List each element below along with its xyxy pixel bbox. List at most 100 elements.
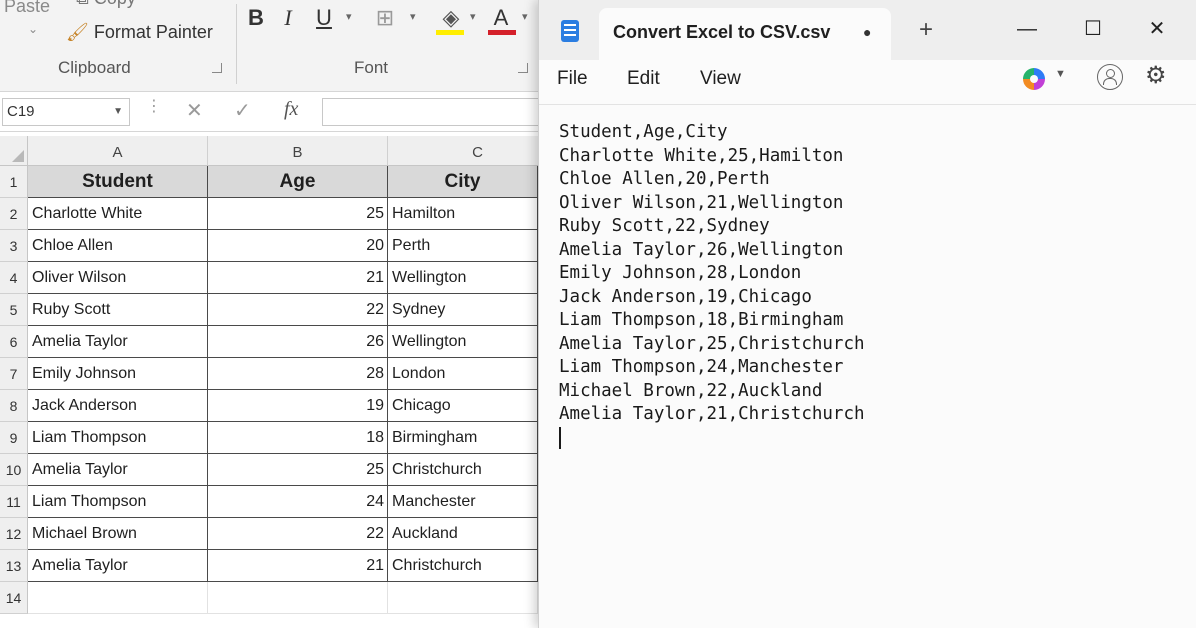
cell-city[interactable]: Christchurch (388, 454, 538, 486)
cell-student[interactable]: Ruby Scott (28, 294, 208, 326)
cell-city[interactable]: Auckland (388, 518, 538, 550)
paste-button[interactable]: Paste (4, 0, 50, 17)
paste-dropdown-icon[interactable]: ⌄ (28, 22, 38, 36)
cell-student[interactable]: Jack Anderson (28, 390, 208, 422)
font-dialog-launcher-icon[interactable] (518, 63, 528, 73)
row-header[interactable]: 3 (0, 230, 28, 262)
cell-student[interactable]: Michael Brown (28, 518, 208, 550)
row-header[interactable]: 11 (0, 486, 28, 518)
menu-view[interactable]: View (700, 68, 741, 90)
menu-edit[interactable]: Edit (627, 68, 660, 90)
row-header[interactable]: 9 (0, 422, 28, 454)
select-all-button[interactable] (0, 136, 28, 166)
row-header[interactable]: 5 (0, 294, 28, 326)
settings-gear-icon[interactable]: ⚙ (1145, 61, 1167, 90)
text-line: Amelia Taylor,26,Wellington (559, 239, 844, 260)
fill-color-dropdown-icon[interactable]: ▾ (470, 10, 476, 23)
cell-age[interactable]: 18 (208, 422, 388, 454)
cell-age[interactable]: 26 (208, 326, 388, 358)
borders-icon[interactable]: ⊞ (370, 2, 400, 34)
row-header[interactable]: 1 (0, 166, 28, 198)
cell-age[interactable]: 22 (208, 518, 388, 550)
tab-convert-excel-to-csv[interactable]: Convert Excel to CSV.csv ● (599, 8, 891, 60)
enter-check-icon[interactable]: ✓ (234, 98, 251, 123)
cell-student[interactable]: Amelia Taylor (28, 326, 208, 358)
cell-student[interactable]: Charlotte White (28, 198, 208, 230)
text-line: Chloe Allen,20,Perth (559, 169, 770, 189)
copilot-dropdown-icon[interactable]: ▼ (1055, 68, 1066, 80)
row-header[interactable]: 13 (0, 550, 28, 582)
borders-dropdown-icon[interactable]: ▾ (410, 10, 416, 23)
row-header[interactable]: 4 (0, 262, 28, 294)
font-color-dropdown-icon[interactable]: ▾ (522, 10, 528, 23)
cell-city[interactable]: Birmingham (388, 422, 538, 454)
row-header[interactable]: 14 (0, 582, 28, 614)
row-header[interactable]: 12 (0, 518, 28, 550)
cell-age[interactable]: 20 (208, 230, 388, 262)
cell-age[interactable]: 25 (208, 454, 388, 486)
chevron-down-icon[interactable]: ▼ (113, 99, 123, 125)
row-header[interactable]: 7 (0, 358, 28, 390)
unsaved-dot-icon[interactable]: ● (863, 24, 871, 40)
new-tab-plus-icon[interactable]: + (919, 16, 933, 44)
cell-city[interactable]: Perth (388, 230, 538, 262)
cell-city[interactable]: Sydney (388, 294, 538, 326)
cell-age[interactable]: 21 (208, 550, 388, 582)
cell-age[interactable]: 28 (208, 358, 388, 390)
cell-city[interactable]: Hamilton (388, 198, 538, 230)
header-cell-city[interactable]: City (388, 166, 538, 198)
cell-city[interactable]: Manchester (388, 486, 538, 518)
row-header[interactable]: 10 (0, 454, 28, 486)
cell-age[interactable]: 22 (208, 294, 388, 326)
cell-age[interactable]: 25 (208, 198, 388, 230)
cell-city[interactable]: London (388, 358, 538, 390)
cancel-icon[interactable]: ✕ (186, 98, 203, 123)
copilot-icon[interactable] (1023, 68, 1045, 90)
column-header-b[interactable]: B (208, 136, 388, 166)
cell-city[interactable]: Wellington (388, 326, 538, 358)
clipboard-dialog-launcher-icon[interactable] (212, 63, 222, 73)
maximize-icon[interactable]: ☐ (1073, 12, 1113, 46)
column-header-a[interactable]: A (28, 136, 208, 166)
copy-button[interactable]: ⧉ Copy (76, 0, 136, 9)
underline-button[interactable]: U (312, 2, 336, 34)
menu-file[interactable]: File (557, 68, 588, 90)
italic-button[interactable]: I (278, 2, 298, 34)
copy-icon: ⧉ (76, 0, 94, 8)
bold-button[interactable]: B (244, 2, 268, 34)
row-header[interactable]: 8 (0, 390, 28, 422)
empty-cell[interactable] (388, 582, 538, 614)
minimize-icon[interactable]: — (1007, 12, 1047, 46)
empty-cell[interactable] (208, 582, 388, 614)
cell-student[interactable]: Emily Johnson (28, 358, 208, 390)
cell-age[interactable]: 21 (208, 262, 388, 294)
cell-student[interactable]: Liam Thompson (28, 486, 208, 518)
row-header[interactable]: 2 (0, 198, 28, 230)
empty-cell[interactable] (28, 582, 208, 614)
font-group-label: Font (354, 58, 389, 77)
name-box[interactable]: C19 ▼ (2, 98, 130, 126)
ribbon-divider (236, 4, 237, 84)
text-line: Student,Age,City (559, 122, 728, 142)
cell-student[interactable]: Liam Thompson (28, 422, 208, 454)
cell-student[interactable]: Amelia Taylor (28, 454, 208, 486)
cell-city[interactable]: Chicago (388, 390, 538, 422)
underline-dropdown-icon[interactable]: ▾ (346, 10, 352, 23)
cell-student[interactable]: Amelia Taylor (28, 550, 208, 582)
cell-city[interactable]: Christchurch (388, 550, 538, 582)
notepad-editor[interactable]: Student,Age,City Charlotte White,25,Hamil… (539, 104, 1196, 628)
row-header[interactable]: 6 (0, 326, 28, 358)
account-icon[interactable] (1097, 64, 1123, 90)
cell-student[interactable]: Chloe Allen (28, 230, 208, 262)
clipboard-group-label: Clipboard (58, 58, 131, 77)
header-cell-student[interactable]: Student (28, 166, 208, 198)
format-painter-button[interactable]: 🖌 Format Painter (66, 22, 213, 43)
insert-function-button[interactable]: fx (284, 98, 298, 121)
header-cell-age[interactable]: Age (208, 166, 388, 198)
cell-student[interactable]: Oliver Wilson (28, 262, 208, 294)
cell-city[interactable]: Wellington (388, 262, 538, 294)
spreadsheet-grid: A B C 1 Student Age City 2 Charlotte White 25 H… (0, 136, 568, 628)
cell-age[interactable]: 24 (208, 486, 388, 518)
cell-age[interactable]: 19 (208, 390, 388, 422)
close-icon[interactable]: ✕ (1137, 12, 1177, 46)
